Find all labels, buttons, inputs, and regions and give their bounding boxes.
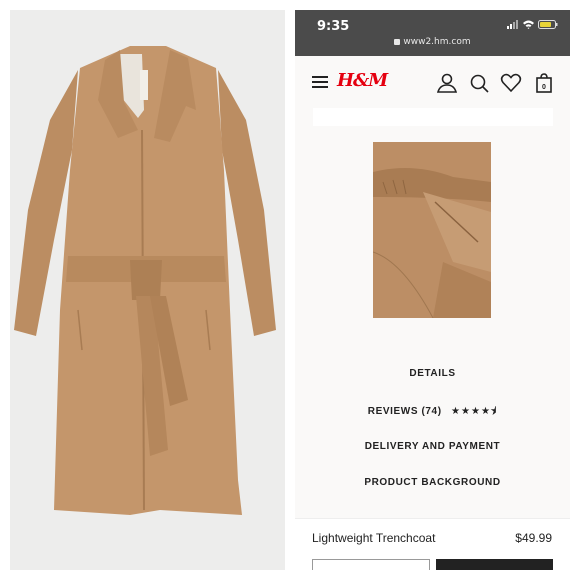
url-bar[interactable]: www2.hm.com xyxy=(295,37,570,47)
account-icon[interactable] xyxy=(436,72,458,94)
fabric-detail-image xyxy=(373,142,491,318)
size-select[interactable] xyxy=(312,559,430,570)
product-price: $49.99 xyxy=(515,531,552,545)
content-strip xyxy=(313,108,553,126)
add-to-bag-button[interactable] xyxy=(436,559,553,570)
wifi-icon xyxy=(523,20,534,29)
trenchcoat-image xyxy=(14,46,276,515)
reviews-label: REVIEWS (74) xyxy=(367,406,442,417)
menu-icon[interactable] xyxy=(312,76,328,88)
detail-image[interactable] xyxy=(373,142,491,318)
product-photo xyxy=(10,10,285,570)
lock-icon xyxy=(394,38,401,45)
battery-icon xyxy=(538,20,558,29)
bag-icon[interactable]: 0 xyxy=(533,72,555,94)
background-link[interactable]: PRODUCT BACKGROUND xyxy=(295,477,570,488)
product-name: Lightweight Trenchcoat xyxy=(312,531,436,545)
delivery-link[interactable]: DELIVERY AND PAYMENT xyxy=(295,441,570,452)
purchase-bar: Lightweight Trenchcoat $49.99 xyxy=(295,518,570,570)
heart-icon[interactable] xyxy=(500,72,522,94)
hm-logo[interactable]: H&M xyxy=(337,70,388,91)
status-bar: 9:35 www2.hm.com xyxy=(295,10,570,56)
search-icon[interactable] xyxy=(468,72,490,94)
site-header: H&M 0 xyxy=(295,56,570,110)
details-link[interactable]: DETAILS xyxy=(295,368,570,379)
rating-stars-icon: ★★★★⯨ xyxy=(451,406,498,417)
reviews-link[interactable]: REVIEWS (74) ★★★★⯨ xyxy=(295,404,570,421)
url-text: www2.hm.com xyxy=(403,37,471,47)
bag-count: 0 xyxy=(542,84,546,91)
status-time: 9:35 xyxy=(317,19,350,34)
signal-icon xyxy=(507,20,518,29)
phone-screen: 9:35 www2.hm.com H&M 0 DETAILS REVIEWS (… xyxy=(295,10,570,570)
